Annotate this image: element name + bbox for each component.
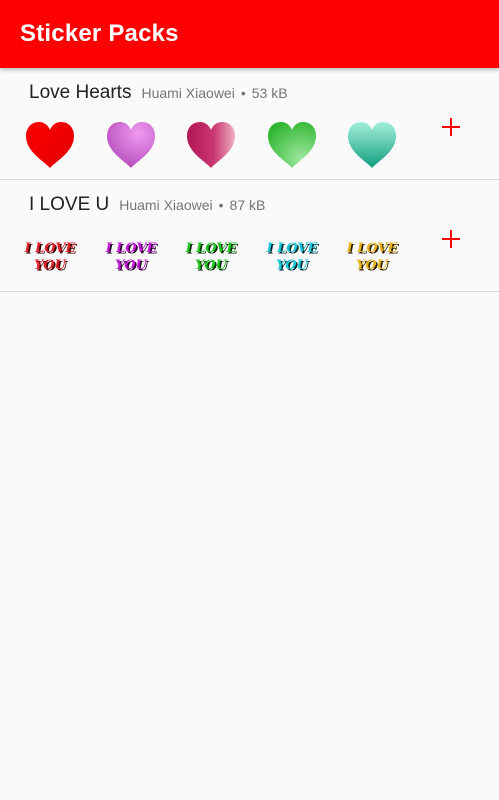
pack-name: I LOVE U [29,194,110,215]
sticker-pack-list: Love Hearts Huami Xiaowei • 53 kB I LOVE… [0,68,499,292]
svg-text:YOU: YOU [34,258,67,273]
svg-text:YOU: YOU [356,258,389,273]
pack-author: Huami Xiaowei [119,197,213,213]
i-love-you-green-icon: I LOVE I LOVE YOU YOU [182,230,240,284]
plus-icon [442,118,460,136]
pack-name: Love Hearts [29,82,132,103]
svg-text:YOU: YOU [276,258,309,273]
pack-size: 53 kB [251,85,288,101]
meta-separator: • [240,85,246,101]
pack-author: Huami Xiaowei [141,85,235,101]
pack-header: Love Hearts Huami Xiaowei • 53 kB [29,82,288,104]
purple-heart-icon [102,118,160,172]
i-love-you-red-icon: I LOVE I LOVE YOU YOU [21,230,79,284]
red-heart-icon [21,118,79,172]
svg-text:I LOVE: I LOVE [185,241,238,256]
sticker-preview-row: I LOVE I LOVE YOU YOU I LOVE I LOVE YOU … [21,230,424,284]
svg-text:I LOVE: I LOVE [346,241,399,256]
pack-header: I LOVE U Huami Xiaowei • 87 kB [29,194,265,216]
green-heart-icon [263,118,321,172]
meta-separator: • [218,197,224,213]
svg-text:I LOVE: I LOVE [265,241,318,256]
svg-text:I LOVE: I LOVE [24,241,77,256]
sticker-pack-item[interactable]: I LOVE U Huami Xiaowei • 87 kB I LOVE I LO… [0,180,499,292]
i-love-you-cyan-icon: I LOVE I LOVE YOU YOU [263,230,321,284]
add-pack-button[interactable] [436,112,466,142]
app-title: Sticker Packs [20,20,179,47]
add-pack-button[interactable] [436,224,466,254]
plus-icon [442,230,460,248]
pack-size: 87 kB [229,197,266,213]
sticker-pack-item[interactable]: Love Hearts Huami Xiaowei • 53 kB [0,68,499,180]
crimson-heart-icon [182,118,240,172]
pack-meta: Huami Xiaowei • 87 kB [119,197,265,213]
svg-text:I LOVE: I LOVE [104,241,157,256]
svg-text:YOU: YOU [115,258,148,273]
i-love-you-purple-icon: I LOVE I LOVE YOU YOU [102,230,160,284]
svg-text:YOU: YOU [195,258,228,273]
sticker-preview-row [21,118,424,172]
pack-meta: Huami Xiaowei • 53 kB [141,85,287,101]
i-love-you-gold-icon: I LOVE I LOVE YOU YOU [343,230,401,284]
app-bar: Sticker Packs [0,0,499,68]
teal-heart-icon [343,118,401,172]
